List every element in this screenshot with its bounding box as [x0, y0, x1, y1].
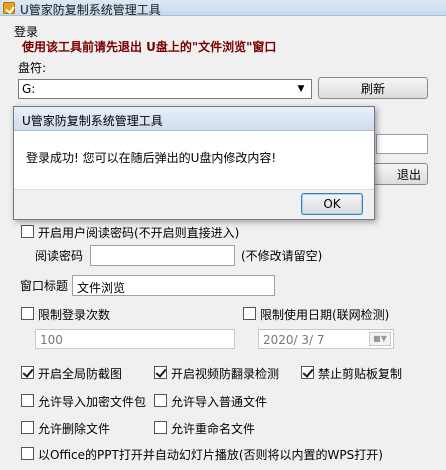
- screenshot-protect-checkbox[interactable]: [21, 366, 34, 379]
- import-encrypted-checkbox[interactable]: [21, 394, 34, 407]
- drive-select[interactable]: G: ▼: [18, 79, 312, 99]
- limit-date-checkbox[interactable]: [243, 307, 256, 320]
- password-input[interactable]: [376, 134, 428, 154]
- window-title-label: 窗口标题: [20, 279, 69, 293]
- limit-login-input-value: 100: [40, 333, 63, 347]
- exit-login-button[interactable]: 退出: [366, 163, 428, 185]
- warning-text: 使用该工具前请先退出 U盘上的"文件浏览"窗口: [22, 40, 277, 54]
- window-titlebar: U管家防复制系统管理工具: [0, 0, 446, 17]
- clipboard-label: 禁止剪贴板复制: [318, 367, 403, 381]
- read-password-label: 阅读密码: [35, 249, 84, 263]
- drive-label: 盘符:: [18, 61, 47, 75]
- limit-date-picker[interactable]: 2020/ 3/ 7 ■▼: [258, 329, 394, 349]
- import-normal-checkbox[interactable]: [154, 394, 167, 407]
- window-title: U管家防复制系统管理工具: [20, 3, 161, 17]
- drive-select-value: G:: [22, 82, 36, 96]
- dialog-title: U管家防复制系统管理工具: [22, 114, 163, 128]
- video-record-label: 开启视频防翻录检测: [171, 367, 280, 381]
- read-password-checkbox-label: 开启用户阅读密码(不开启则直接进入): [38, 226, 240, 240]
- clipboard-checkbox[interactable]: [301, 366, 314, 379]
- screenshot-protect-label: 开启全局防截图: [38, 367, 123, 381]
- window-title-input-value: 文件浏览: [77, 281, 126, 295]
- refresh-button[interactable]: 刷新: [318, 77, 428, 99]
- import-normal-label: 允许导入普通文件: [171, 395, 268, 409]
- read-password-input[interactable]: [90, 245, 235, 266]
- rename-checkbox[interactable]: [154, 421, 167, 434]
- delete-label: 允许删除文件: [38, 422, 111, 436]
- rename-label: 允许重命名文件: [171, 422, 256, 436]
- limit-login-checkbox-label: 限制登录次数: [38, 308, 111, 322]
- dialog-footer: OK: [14, 189, 374, 219]
- login-success-dialog: U管家防复制系统管理工具 登录成功! 您可以在随后弹出的U盘内修改内容! OK: [13, 106, 375, 220]
- video-record-checkbox[interactable]: [154, 366, 167, 379]
- import-encrypted-label: 允许导入加密文件包: [38, 395, 147, 409]
- window-title-input[interactable]: 文件浏览: [72, 275, 275, 296]
- limit-login-input[interactable]: 100: [35, 329, 235, 349]
- ppt-checkbox[interactable]: [21, 447, 34, 460]
- dialog-titlebar: U管家防复制系统管理工具: [14, 107, 374, 131]
- limit-date-value: 2020/ 3/ 7: [263, 333, 325, 347]
- calendar-icon[interactable]: ■▼: [369, 332, 391, 346]
- dialog-body: 登录成功! 您可以在随后弹出的U盘内修改内容!: [14, 131, 374, 189]
- app-icon: [3, 2, 15, 14]
- delete-checkbox[interactable]: [21, 421, 34, 434]
- limit-date-checkbox-label: 限制使用日期(联网检测): [260, 308, 390, 322]
- read-password-hint: (不修改请留空): [241, 249, 323, 263]
- read-password-checkbox[interactable]: [21, 225, 34, 238]
- dropdown-arrow-icon[interactable]: ▼: [294, 81, 308, 97]
- limit-login-checkbox[interactable]: [21, 307, 34, 320]
- ok-button[interactable]: OK: [301, 193, 363, 215]
- dialog-message: 登录成功! 您可以在随后弹出的U盘内修改内容!: [26, 151, 277, 165]
- ppt-label: 以Office的PPT打开并自动幻灯片播放(否则将以内置的WPS打开): [38, 448, 383, 462]
